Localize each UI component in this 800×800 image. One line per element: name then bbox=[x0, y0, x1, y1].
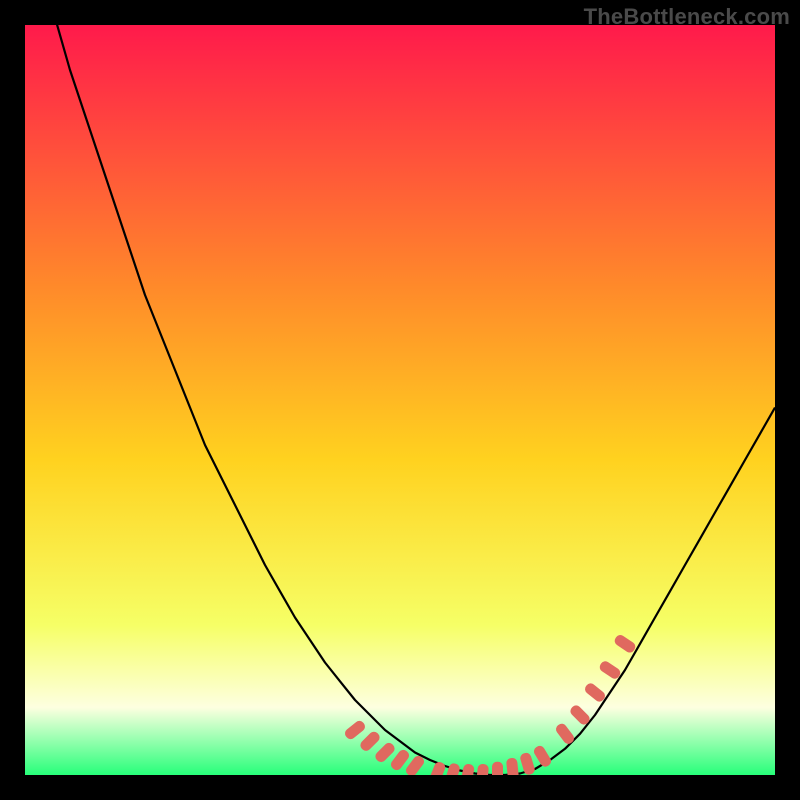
watermark-label: TheBottleneck.com bbox=[584, 4, 790, 30]
chart-frame: TheBottleneck.com bbox=[0, 0, 800, 800]
chart-plot-area bbox=[25, 25, 775, 775]
chart-background-gradient bbox=[25, 25, 775, 775]
curve-marker bbox=[492, 762, 503, 775]
chart-svg bbox=[25, 25, 775, 775]
